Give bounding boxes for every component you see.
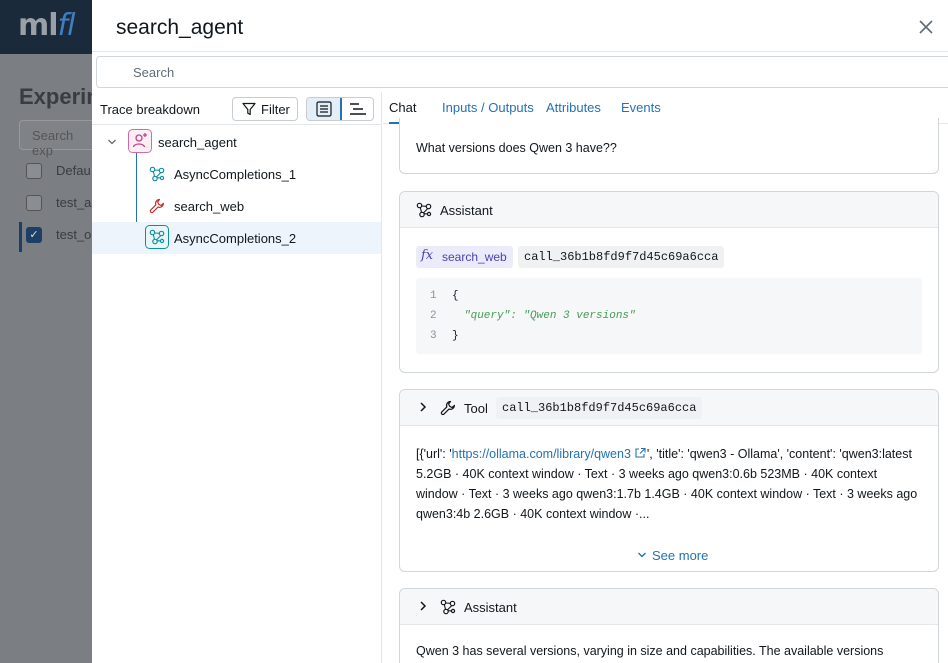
assistant-message-card: Assistant fx search_web call_36b1b8fd9f7… (399, 191, 939, 373)
chevron-right-icon[interactable] (416, 599, 430, 613)
tab-attributes[interactable]: Attributes (546, 100, 601, 115)
list-tree-icon (307, 98, 341, 120)
tree-view-button[interactable] (307, 98, 341, 120)
card-header: Assistant (400, 192, 938, 228)
external-link-icon[interactable] (634, 447, 647, 459)
tree-item-label: search_agent (158, 135, 237, 150)
experiment-row[interactable]: Defau (26, 162, 91, 182)
code-block: 1 { 2 "query": "Qwen 3 versions" 3 } (416, 278, 922, 354)
tree-item-asynccompletions-2[interactable]: AsyncCompletions_2 (92, 222, 381, 254)
trace-breakdown-pane: Trace breakdown Filter search_agent Asyn… (92, 92, 382, 663)
chevron-right-icon[interactable] (416, 400, 430, 414)
call-id: call_36b1b8fd9f7d45c69a6cca (518, 246, 724, 268)
card-header: Assistant (400, 589, 938, 625)
checkbox[interactable] (26, 195, 42, 211)
trace-breakdown-label: Trace breakdown (100, 102, 200, 117)
checkbox-checked[interactable]: ✓ (26, 227, 42, 243)
tree-item-search-agent[interactable]: search_agent (92, 126, 381, 158)
code-line: } (452, 330, 459, 342)
tree-item-asynccompletions-1[interactable]: AsyncCompletions_1 (92, 158, 381, 190)
drawer-title: search_agent (116, 16, 243, 40)
tab-events[interactable]: Events (621, 100, 661, 115)
call-id: call_36b1b8fd9f7d45c69a6cca (496, 397, 702, 419)
line-number: 1 (430, 290, 437, 302)
tool-output-text: [{'url': 'https://ollama.com/library/qwe… (416, 444, 922, 524)
role-label: Assistant (440, 203, 493, 218)
chevron-down-icon (636, 550, 648, 560)
checkbox[interactable] (26, 163, 42, 179)
role-label: Assistant (464, 600, 517, 615)
user-message-text: What versions does Qwen 3 have?? (416, 138, 922, 158)
divider (92, 51, 948, 52)
see-more-button[interactable]: See more (636, 548, 708, 563)
selection-bar (19, 222, 22, 252)
timeline-view-button[interactable] (341, 98, 374, 120)
tree-item-label: AsyncCompletions_2 (174, 231, 296, 246)
wrench-icon (440, 400, 456, 416)
tab-chat[interactable]: Chat (389, 100, 416, 115)
trace-drawer: search_agent Trace breakdown Filter sear… (92, 0, 948, 663)
user-message-card: What versions does Qwen 3 have?? (399, 118, 939, 174)
view-toggle (306, 97, 374, 121)
tool-call-badge: fx search_web (416, 246, 513, 268)
tool-name: search_web (442, 250, 507, 264)
card-header: Tool call_36b1b8fd9f7d45c69a6cca (400, 390, 938, 426)
mlflow-logo: mlfl (18, 8, 74, 43)
wrench-icon (149, 198, 165, 214)
result-link[interactable]: https://ollama.com/library/qwen3 (452, 447, 631, 461)
tree-item-search-web[interactable]: search_web (92, 190, 381, 222)
close-icon[interactable] (916, 17, 936, 37)
llm-icon (416, 202, 432, 218)
experiment-row[interactable]: ✓test_o (26, 226, 91, 246)
search-input[interactable] (96, 56, 948, 88)
filter-icon (242, 102, 256, 116)
timeline-icon (341, 98, 374, 120)
llm-icon (440, 599, 456, 615)
assistant-message-text: Qwen 3 has several versions, varying in … (416, 641, 922, 661)
divider (92, 124, 382, 125)
tab-inputs-outputs[interactable]: Inputs / Outputs (442, 100, 534, 115)
tree-item-label: AsyncCompletions_1 (174, 167, 296, 182)
assistant-message-card: Assistant Qwen 3 has several versions, v… (399, 588, 939, 663)
llm-icon (145, 225, 169, 249)
line-number: 3 (430, 330, 437, 342)
role-label: Tool (464, 401, 488, 416)
tree-item-label: search_web (174, 199, 244, 214)
detail-pane: Chat Inputs / Outputs Attributes Events … (383, 92, 948, 663)
filter-label: Filter (261, 102, 290, 117)
line-number: 2 (430, 310, 437, 322)
code-string: "query": "Qwen 3 versions" (464, 310, 636, 322)
tool-message-card: Tool call_36b1b8fd9f7d45c69a6cca [{'url'… (399, 389, 939, 572)
agent-icon (128, 129, 152, 153)
code-line: { (452, 290, 459, 302)
experiment-row[interactable]: test_a (26, 194, 91, 214)
experiment-search[interactable]: Search exp (19, 120, 99, 150)
code-line: "query": "Qwen 3 versions" (464, 310, 636, 322)
chevron-down-icon[interactable] (106, 136, 118, 148)
llm-icon (149, 166, 165, 182)
function-icon: fx (421, 248, 433, 263)
